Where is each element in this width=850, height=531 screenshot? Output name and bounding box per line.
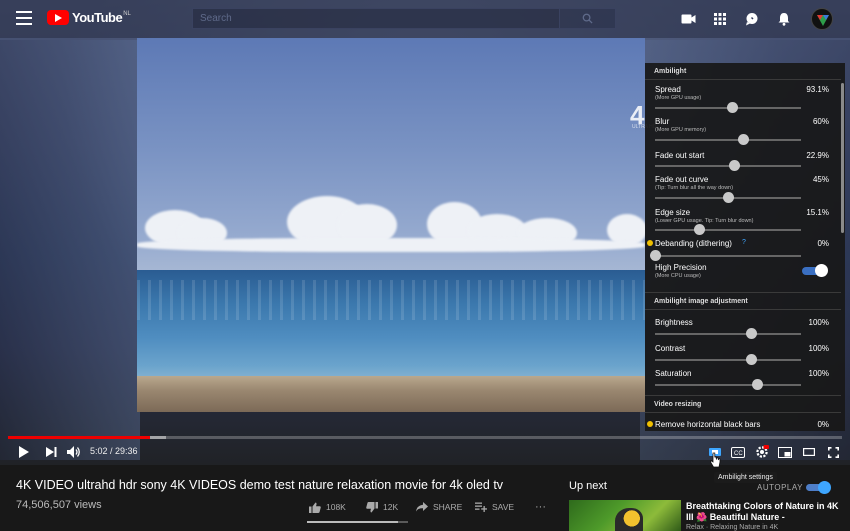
create-video-icon[interactable] <box>679 10 697 28</box>
more-actions-button[interactable]: ··· <box>535 500 546 514</box>
progress-played <box>8 436 150 439</box>
gear-icon <box>756 445 769 458</box>
toucan-image <box>615 508 643 531</box>
logo-region: NL <box>123 10 131 17</box>
ambilight-glow-left <box>0 40 140 460</box>
search-box <box>192 8 616 29</box>
video-title: 4K VIDEO ultrahd hdr sony 4K VIDEOS demo… <box>16 478 504 492</box>
notifications-icon[interactable] <box>775 10 793 28</box>
playlist-add-icon <box>475 502 487 512</box>
video-frame[interactable] <box>137 38 645 412</box>
autoplay-toggle[interactable] <box>806 481 832 494</box>
panel-scrollbar[interactable] <box>841 83 844 233</box>
play-icon <box>18 446 29 458</box>
warning-dot-icon <box>647 421 653 427</box>
recommended-video-title[interactable]: Breathtaking Colors of Nature in 4K III … <box>686 501 846 523</box>
debanding-slider[interactable] <box>650 250 801 261</box>
captions-button[interactable]: CC <box>730 444 746 460</box>
like-button[interactable]: 108K <box>309 500 346 514</box>
play-button[interactable] <box>16 444 30 460</box>
fullscreen-button[interactable] <box>825 444 841 460</box>
slider-thumb[interactable] <box>650 250 661 261</box>
edge-size-slider[interactable] <box>655 224 801 235</box>
recommended-video-thumbnail[interactable] <box>569 500 681 531</box>
spread-slider[interactable] <box>655 102 801 113</box>
theater-mode-button[interactable] <box>801 444 817 460</box>
brightness-slider[interactable] <box>655 328 801 339</box>
sea <box>137 270 645 382</box>
thumbs-up-icon <box>309 502 321 513</box>
theater-icon <box>803 448 815 456</box>
image-adjustment-header: Ambilight image adjustment <box>654 298 748 305</box>
search-button[interactable] <box>559 9 615 28</box>
fullscreen-icon <box>827 446 839 458</box>
apps-icon[interactable] <box>711 10 729 28</box>
high-precision-toggle[interactable] <box>802 264 828 277</box>
ambilight-settings-panel: Ambilight Spread (More GPU usage) 93.1% … <box>645 63 845 431</box>
search-icon <box>582 13 593 24</box>
settings-button[interactable] <box>754 444 770 460</box>
miniplayer-icon <box>778 446 792 458</box>
beach <box>137 376 645 412</box>
menu-icon[interactable] <box>16 11 32 25</box>
logo-text: YouTube <box>72 10 123 25</box>
share-icon <box>416 502 428 512</box>
messages-icon[interactable] <box>743 10 761 28</box>
youtube-play-icon <box>47 10 69 25</box>
save-button[interactable]: SAVE <box>475 500 514 514</box>
masthead: YouTube NL <box>0 0 850 38</box>
slider-thumb[interactable] <box>746 328 758 339</box>
slider-thumb[interactable] <box>726 102 738 113</box>
dislike-button[interactable]: 12K <box>366 500 398 514</box>
warning-dot-icon <box>647 240 653 246</box>
fade-out-start-slider[interactable] <box>655 160 801 171</box>
miniplayer-button[interactable] <box>777 444 793 460</box>
captions-icon: CC <box>731 446 745 458</box>
help-icon[interactable]: ? <box>742 239 746 246</box>
svg-text:CC: CC <box>734 451 743 457</box>
thumbs-down-icon <box>366 501 378 512</box>
youtube-logo[interactable]: YouTube NL <box>47 10 131 25</box>
avatar[interactable] <box>811 8 833 30</box>
next-icon <box>45 447 56 457</box>
autoplay-label: AUTOPLAY <box>757 483 803 492</box>
like-ratio-bar <box>307 521 408 523</box>
volume-button[interactable] <box>66 444 82 460</box>
contrast-slider[interactable] <box>655 354 801 365</box>
search-input[interactable] <box>193 9 559 28</box>
mouse-cursor-icon <box>710 452 721 468</box>
up-next-heading: Up next <box>569 480 607 492</box>
time-display: 5:02 / 29:36 <box>90 446 138 456</box>
video-resizing-header: Video resizing <box>654 401 702 408</box>
next-button[interactable] <box>44 444 58 460</box>
slider-thumb[interactable] <box>752 379 764 390</box>
view-count: 74,506,507 views <box>16 499 102 511</box>
volume-icon <box>66 446 80 458</box>
progress-bar[interactable] <box>8 436 842 439</box>
saturation-slider[interactable] <box>655 379 801 390</box>
ambilight-header: Ambilight <box>654 68 687 75</box>
recommended-video-channel: Relax · Relaxing Nature in 4K <box>686 524 779 531</box>
slider-thumb[interactable] <box>737 134 749 145</box>
slider-thumb[interactable] <box>746 354 758 365</box>
slider-thumb[interactable] <box>728 160 740 171</box>
share-button[interactable]: SHARE <box>416 500 462 514</box>
blur-slider[interactable] <box>655 134 801 145</box>
fade-out-curve-slider[interactable] <box>655 192 801 203</box>
ambilight-settings-tooltip: Ambilight settings <box>714 472 777 483</box>
slider-thumb[interactable] <box>693 224 705 235</box>
slider-thumb[interactable] <box>723 192 734 203</box>
